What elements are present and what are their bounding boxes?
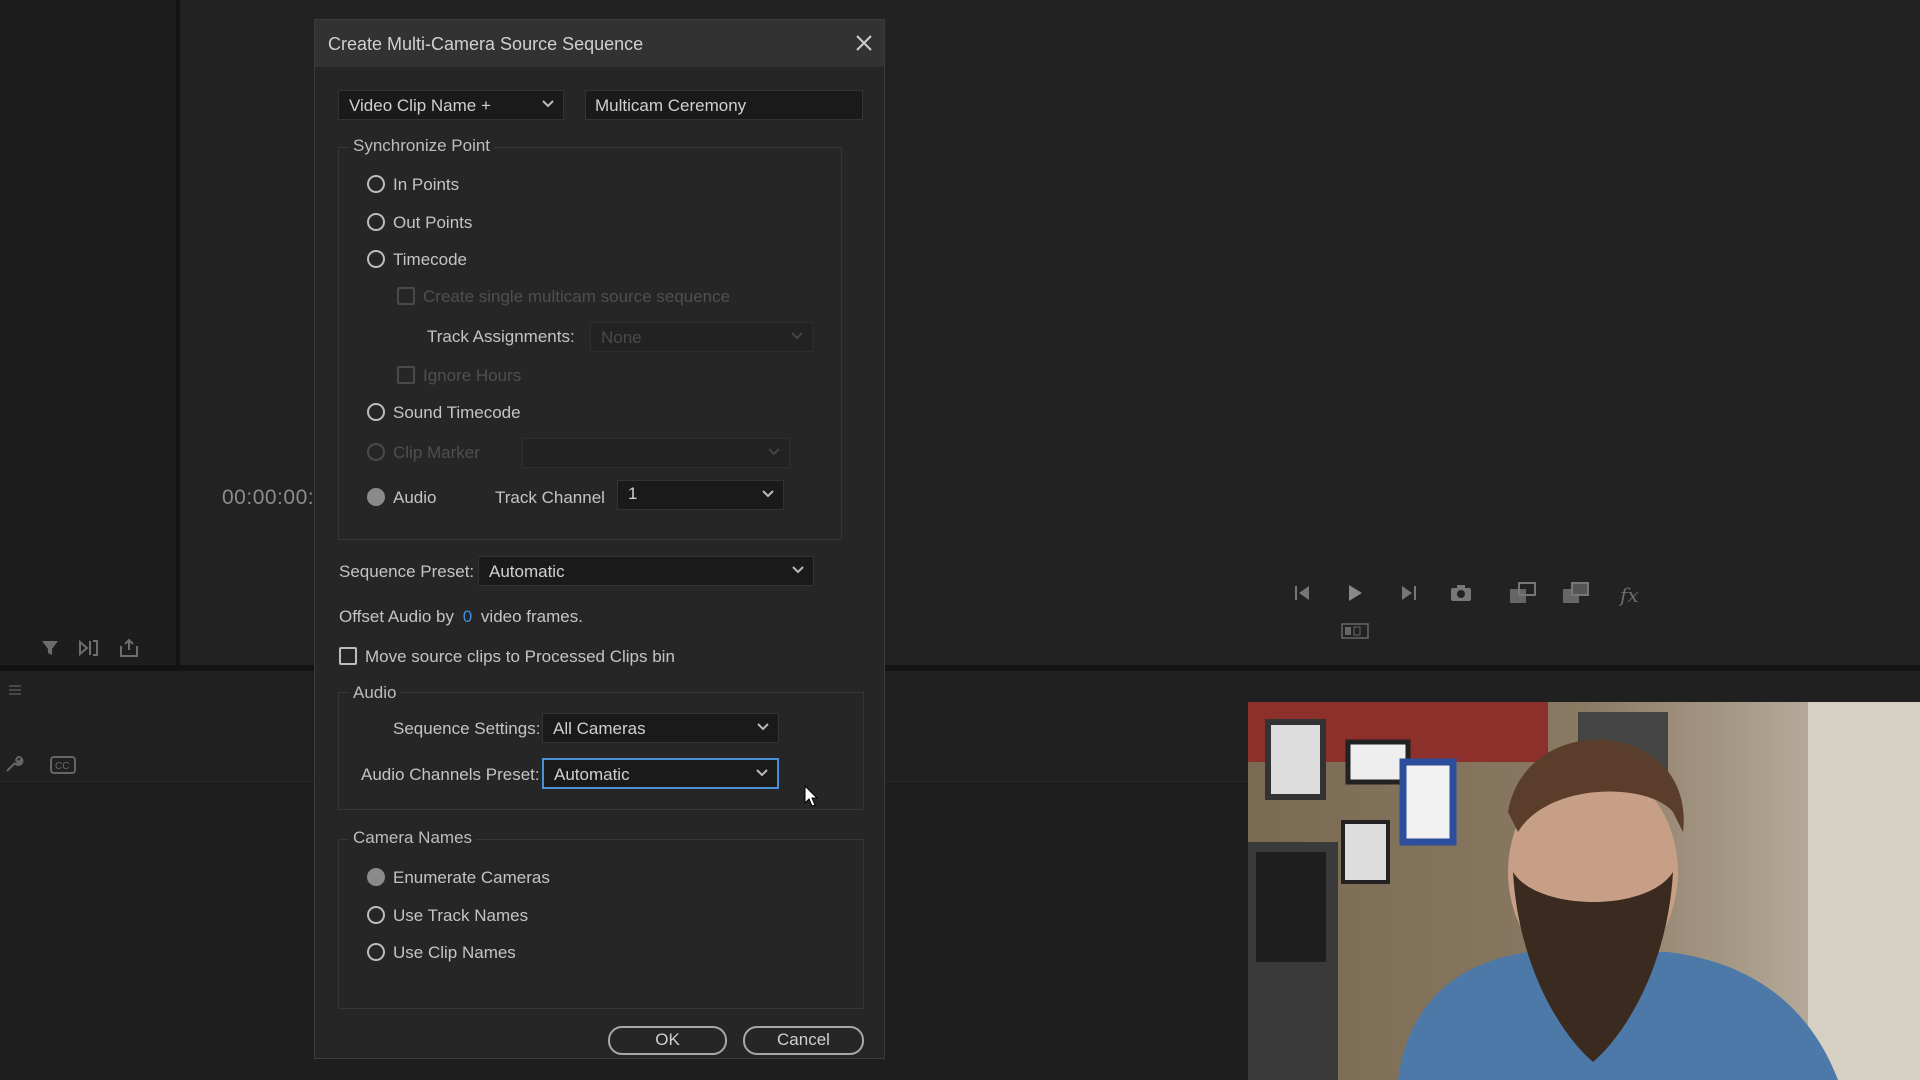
name-mode-value: Video Clip Name + [349, 96, 491, 115]
dialog-title: Create Multi-Camera Source Sequence [328, 34, 644, 54]
sequence-preset-dropdown[interactable]: Automatic [478, 556, 814, 586]
use-clip-names-label: Use Clip Names [393, 943, 516, 962]
ignore-hours-checkbox[interactable] [397, 366, 415, 384]
play-icon[interactable] [1345, 583, 1365, 603]
insert-icon[interactable] [1509, 581, 1537, 605]
track-channel-label: Track Channel [495, 488, 605, 507]
panel-menu-icon[interactable] [8, 683, 22, 697]
audio-group [338, 692, 864, 810]
offset-audio-prefix: Offset Audio by [339, 607, 454, 626]
out-points-label: Out Points [393, 213, 473, 232]
sequence-settings-value: All Cameras [553, 719, 646, 738]
cancel-button[interactable]: Cancel [743, 1026, 864, 1055]
ignore-hours-label: Ignore Hours [423, 366, 522, 385]
sequence-settings-dropdown[interactable]: All Cameras [542, 713, 779, 743]
source-timecode: 00:00:00: [222, 486, 315, 509]
offset-audio-value[interactable]: 0 [463, 607, 472, 626]
use-track-names-label: Use Track Names [393, 906, 529, 925]
track-assignments-dropdown[interactable]: None [590, 322, 813, 352]
audio-sync-label: Audio [393, 488, 437, 507]
mouse-cursor-icon [804, 784, 819, 812]
camera-icon[interactable] [1450, 583, 1472, 603]
timecode-radio[interactable] [367, 250, 385, 268]
sound-timecode-label: Sound Timecode [393, 403, 521, 422]
create-single-label: Create single multicam source sequence [423, 287, 731, 306]
audio-channels-preset-value: Automatic [554, 765, 630, 784]
insert-source-icon[interactable] [78, 638, 100, 658]
chevron-down-icon [768, 448, 780, 456]
close-icon[interactable] [853, 32, 875, 54]
sequence-name-value: Multicam Ceremony [595, 96, 747, 115]
timecode-label: Timecode [393, 250, 468, 269]
chevron-down-icon [791, 332, 803, 340]
enumerate-cameras-radio[interactable] [367, 868, 385, 886]
export-frame-icon[interactable] [118, 638, 140, 658]
audio-channels-preset-label: Audio Channels Preset: [361, 765, 540, 784]
offset-audio-suffix: video frames. [480, 607, 583, 626]
track-channel-dropdown[interactable]: 1 [617, 480, 784, 510]
out-points-radio[interactable] [367, 213, 385, 231]
sound-timecode-radio[interactable] [367, 403, 385, 421]
audio-channels-preset-dropdown[interactable]: Automatic [542, 758, 779, 789]
button-editor-icon[interactable] [1341, 623, 1369, 639]
chevron-down-icon [542, 100, 554, 108]
create-single-checkbox[interactable] [397, 287, 415, 305]
captions-icon[interactable]: CC [50, 756, 76, 774]
svg-text:CC: CC [55, 761, 69, 772]
audio-legend: Audio [349, 683, 401, 703]
sequence-settings-label: Sequence Settings: [393, 719, 541, 738]
step-back-icon[interactable] [1293, 583, 1313, 603]
clip-marker-radio[interactable] [367, 443, 385, 461]
fx-icon[interactable]: fx [1620, 583, 1639, 607]
name-mode-dropdown[interactable]: Video Clip Name + [338, 90, 564, 120]
in-points-radio[interactable] [367, 175, 385, 193]
use-clip-names-radio[interactable] [367, 943, 385, 961]
step-forward-icon[interactable] [1398, 583, 1418, 603]
chevron-down-icon [757, 723, 769, 731]
chevron-down-icon [792, 566, 804, 574]
overwrite-icon[interactable] [1562, 581, 1590, 605]
filter-icon[interactable] [40, 638, 60, 658]
track-assignments-value: None [601, 328, 642, 347]
offset-audio-row: Offset Audio by 0 video frames. [339, 607, 583, 627]
clip-marker-label: Clip Marker [393, 443, 480, 462]
wrench-icon[interactable] [4, 754, 24, 774]
track-assignments-label: Track Assignments: [427, 327, 575, 346]
in-points-label: In Points [393, 175, 460, 194]
multicam-dialog: Create Multi-Camera Source Sequence Vide… [314, 19, 885, 1059]
enumerate-cameras-label: Enumerate Cameras [393, 868, 550, 887]
use-track-names-radio[interactable] [367, 906, 385, 924]
source-monitor-panel [0, 0, 182, 665]
sequence-preset-value: Automatic [489, 562, 565, 581]
move-clips-checkbox[interactable] [339, 647, 357, 665]
sequence-name-input[interactable]: Multicam Ceremony [585, 90, 863, 120]
sync-point-legend: Synchronize Point [349, 136, 495, 156]
audio-sync-radio[interactable] [367, 488, 385, 506]
track-channel-value: 1 [628, 484, 638, 503]
clip-marker-dropdown[interactable] [522, 438, 790, 468]
ok-button[interactable]: OK [608, 1026, 727, 1055]
sequence-preset-label: Sequence Preset: [339, 562, 475, 581]
chevron-down-icon [762, 490, 774, 498]
move-clips-label: Move source clips to Processed Clips bin [365, 647, 675, 666]
chevron-down-icon [756, 769, 768, 777]
camera-names-legend: Camera Names [349, 828, 477, 848]
webcam-overlay [1248, 702, 1920, 1080]
